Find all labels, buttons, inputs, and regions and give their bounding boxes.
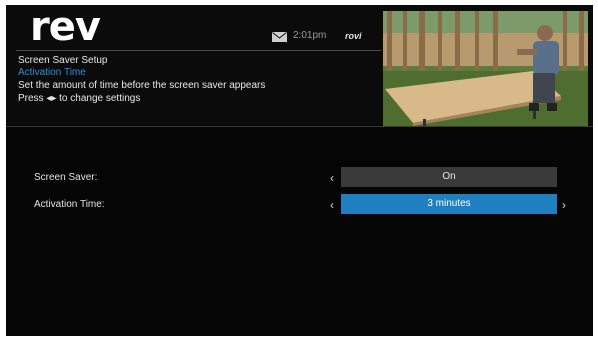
screen-saver-left-arrow-icon[interactable]: ‹ xyxy=(330,171,334,185)
live-tv-preview xyxy=(383,11,588,126)
rovi-brand: rovi xyxy=(345,31,362,41)
activation-time-value[interactable]: 3 minutes xyxy=(341,194,557,214)
page-instruction: Press ◂▸ to change settings xyxy=(18,93,141,104)
screen-saver-label: Screen Saver: xyxy=(34,172,98,183)
header-bar: rev 2:01pm rovi Screen Saver Setup Activ… xyxy=(6,5,593,126)
page-description: Set the amount of time before the screen… xyxy=(18,80,266,91)
screen-saver-value[interactable]: On xyxy=(341,167,557,187)
clock-time: 2:01pm xyxy=(293,30,327,41)
header-divider xyxy=(16,50,381,51)
rev-logo: rev xyxy=(30,5,101,50)
activation-time-right-arrow-icon[interactable]: › xyxy=(562,198,566,212)
activation-time-label: Activation Time: xyxy=(34,199,105,210)
mail-icon xyxy=(272,32,287,42)
tv-screen: rev 2:01pm rovi Screen Saver Setup Activ… xyxy=(6,5,593,336)
page-title: Screen Saver Setup xyxy=(18,55,108,66)
page-subtitle: Activation Time xyxy=(18,67,86,78)
header-rule xyxy=(6,126,593,127)
activation-time-left-arrow-icon[interactable]: ‹ xyxy=(330,198,334,212)
